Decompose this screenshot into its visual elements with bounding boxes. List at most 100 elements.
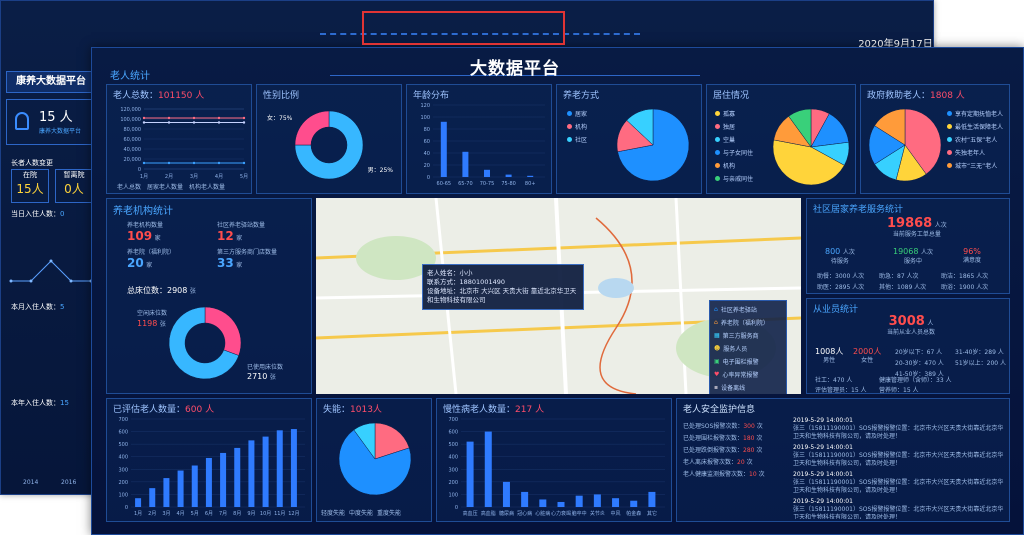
person-icon: ☻ <box>714 345 721 352</box>
chronic-xtick: 心力衰竭 <box>551 510 571 517</box>
age-xtick: 60-65 <box>437 181 452 187</box>
chronic-bar <box>557 501 565 507</box>
assessed-bar <box>262 436 269 507</box>
panel-staff: 从业员统计 3008 人 当前从业人员总数 1008人 男性 2000人 女性 20… <box>806 298 1010 394</box>
assessed-ytick: 100 <box>118 492 128 498</box>
assessed-xtick: 8月 <box>233 511 241 517</box>
age-bar-chart: 120 100 80 60 40 20 0 60-65 65-70 70-75 75-80 80+ <box>420 103 545 187</box>
elders-line-chart: 120,000 100,000 80,000 60,000 40,000 20,000 01… <box>120 107 248 180</box>
assessed-xtick: 7月 <box>219 511 227 517</box>
living-pie <box>772 108 850 186</box>
elders-xtick: 4月 <box>215 174 223 180</box>
chronic-ytick: 400 <box>448 455 458 461</box>
elders-point <box>142 161 146 165</box>
elders-point <box>192 116 196 120</box>
elders-point <box>242 121 246 124</box>
assessed-ytick: 200 <box>118 480 128 486</box>
assessed-bar <box>276 430 283 507</box>
age-xtick: 75-80 <box>501 181 516 187</box>
panel-security: 老人安全监护信息 已处理SOS报警次数：300 次 已处理围栏报警次数：180 … <box>676 398 1010 522</box>
heart-icon: ♥ <box>714 371 720 378</box>
elders-ytick: 80,000 <box>124 127 142 133</box>
chronic-xtick: 糖尿病 <box>499 510 514 517</box>
panel-assessed: 已评估老人数量：600 人 700 600 500 400 300 200 100 0 1月 2月… <box>106 398 312 522</box>
age-bar <box>527 175 534 177</box>
back-in-box: 在院 15人 <box>11 169 49 203</box>
elders-ytick: 60,000 <box>124 137 142 143</box>
assessed-xtick: 2月 <box>148 511 156 517</box>
gender-female-label: 女：75% <box>267 115 293 122</box>
panel-age: 年龄分布 120 100 80 60 40 20 0 60-65 65-70 70-75 75-80… <box>406 84 552 194</box>
aid-pie <box>868 108 942 182</box>
assessed-ytick: 500 <box>118 442 128 448</box>
chronic-ytick: 0 <box>455 505 458 511</box>
assessed-bar <box>149 488 156 507</box>
gender-slice-1 <box>294 110 330 146</box>
assessed-xtick: 12月 <box>288 511 299 517</box>
section-elders: 老人统计 <box>110 71 150 82</box>
elders-legend: 老人总数 居家老人数量 机构老人数量 <box>117 184 226 191</box>
map-popup[interactable]: 老人姓名：小小 联系方式：18801001490 设备地址：北京市 大兴区 天贵… <box>422 264 584 310</box>
highlight-box <box>362 11 565 45</box>
back-year-2014: 2014 <box>23 479 39 486</box>
gender-male-label: 男：25% <box>367 167 393 174</box>
elders-point <box>192 121 196 124</box>
age-ytick: 40 <box>424 151 430 157</box>
assessed-xtick: 4月 <box>176 511 184 517</box>
panel-living: 居住情况 孤寡 独居 空巢 与子女同住 机构 与亲戚同住 <box>706 84 856 194</box>
chronic-bar <box>630 500 638 507</box>
age-ytick: 20 <box>424 163 430 169</box>
disabled-pie <box>338 422 412 496</box>
age-bar <box>462 151 469 177</box>
fence-alarm-icon: ▣ <box>714 358 720 365</box>
assessed-bar <box>135 498 142 507</box>
elders-point <box>242 161 246 165</box>
elders-point <box>167 161 171 165</box>
age-bar <box>484 169 490 177</box>
panel-aid: 政府救助老人：1808 人 享有定期抚恤老人 最低生活保障老人 农村“五保”老人… <box>860 84 1010 194</box>
elders-xtick: 2月 <box>165 174 173 180</box>
map-panel[interactable]: 老人姓名：小小 联系方式：18801001490 设备地址：北京市 大兴区 天贵… <box>316 198 801 394</box>
aid-legend: 享有定期抚恤老人 最低生活保障老人 农村“五保”老人 失独老年人 城市“三无”老… <box>947 109 1003 174</box>
elders-point <box>242 116 246 120</box>
age-xtick: 65-70 <box>458 181 473 187</box>
assessed-ytick: 300 <box>118 467 128 473</box>
chronic-bar <box>484 431 492 507</box>
panel-care: 养老方式 居家 机构 社区 <box>556 84 702 194</box>
panel-disabled: 失能：1013人 轻度失能 中度失能 重度失能 <box>316 398 432 522</box>
back-count-card: 15 人 康养大数据平台 <box>6 99 94 145</box>
panel-community: 社区居家养老服务统计 19868 人次 当前服务工单总量 800 人次 待服务 1… <box>806 198 1010 294</box>
living-legend: 孤寡 独居 空巢 与子女同住 机构 与亲戚同住 <box>715 109 753 187</box>
care-pie <box>616 108 690 182</box>
assessed-ytick: 0 <box>125 505 128 511</box>
back-year: 本年入住人数：15 <box>11 399 69 407</box>
back-count-sub: 康养大数据平台 <box>39 128 82 135</box>
age-ytick: 120 <box>420 103 430 109</box>
user-icon <box>15 112 29 130</box>
chronic-bar <box>539 499 547 507</box>
chronic-xtick: 脑卒中 <box>572 510 587 517</box>
assessed-bar <box>205 457 212 507</box>
map-legend: ⌂ 社区养老驿站 ⌂ 养老院（福利院） ▦ 第三方服务商 ☻ 服务人员 ▣ 电子围栏报警 … <box>709 300 787 394</box>
gender-donut <box>294 110 364 180</box>
chronic-bar <box>502 481 510 507</box>
assessed-bar <box>220 452 227 507</box>
back-title: 康养大数据平台 <box>6 71 96 93</box>
elders-point <box>167 121 171 124</box>
chronic-xtick: 帕金森 <box>626 510 641 517</box>
chronic-bar-chart: 700 600 500 400 300 200 100 0 高血压 高血脂 糖尿病 冠心病 心脏病 心力衰… <box>448 417 665 517</box>
elders-point <box>217 161 221 165</box>
back-year-2016: 2016 <box>61 479 77 486</box>
beds-donut <box>168 306 242 380</box>
chronic-xtick: 冠心病 <box>517 510 532 517</box>
chronic-bar <box>648 491 656 507</box>
security-log[interactable]: 2019-5-29 14:00:01 张三（15811190001）SOS报警报… <box>793 417 1005 519</box>
back-changes-title: 长者人数变更 <box>11 159 53 167</box>
chronic-ytick: 300 <box>448 467 458 473</box>
assessed-xtick: 3月 <box>162 511 170 517</box>
chronic-xtick: 中风 <box>611 510 621 517</box>
assessed-xtick: 11月 <box>274 511 285 517</box>
elders-point <box>142 121 146 124</box>
assessed-ytick: 600 <box>118 430 128 436</box>
assessed-xtick: 9月 <box>247 511 255 517</box>
